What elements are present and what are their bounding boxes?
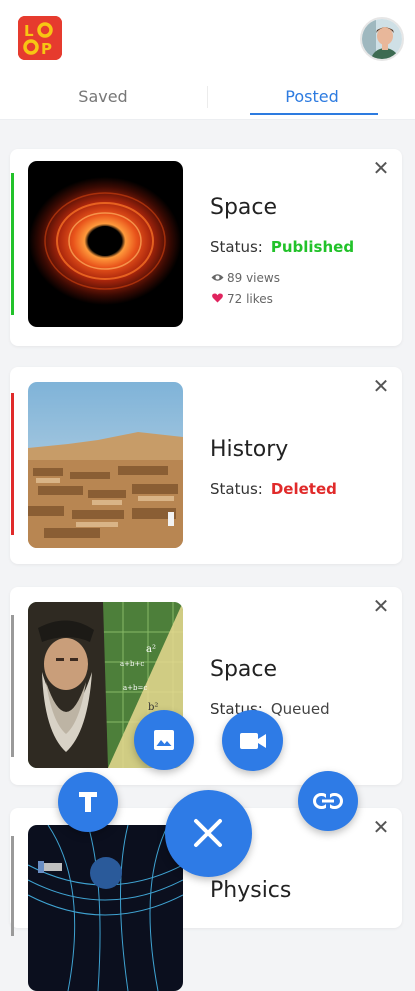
likes-count: 72 likes: [210, 292, 273, 306]
status-value: Deleted: [270, 480, 337, 498]
post-title: Space: [210, 195, 278, 220]
likes-text: 72 likes: [227, 292, 273, 306]
post-status: Status: Deleted: [210, 480, 337, 498]
status-strip: [11, 173, 14, 315]
post-status: Status: Published: [210, 238, 354, 256]
add-image-button[interactable]: [134, 710, 194, 770]
status-label: Status:: [210, 238, 263, 256]
tab-divider: [207, 86, 208, 108]
tab-saved[interactable]: Saved: [0, 76, 206, 119]
post-card[interactable]: Space Status: Published 89 views 72 likes…: [10, 149, 402, 346]
post-title: Space: [210, 657, 278, 682]
status-strip: [11, 836, 14, 936]
user-avatar[interactable]: [360, 17, 404, 61]
text-icon: [79, 792, 97, 812]
post-card[interactable]: History Status: Deleted ✕: [10, 367, 402, 564]
status-value: Queued: [270, 700, 330, 718]
heart-icon: [210, 292, 224, 306]
video-icon: [240, 733, 266, 749]
status-value: Published: [270, 238, 355, 256]
add-text-button[interactable]: [58, 772, 118, 832]
status-strip: [11, 615, 14, 757]
post-title: Physics: [210, 878, 292, 903]
close-icon[interactable]: ✕: [372, 158, 390, 178]
svg-text:a²: a²: [146, 644, 156, 655]
post-thumbnail[interactable]: [28, 161, 183, 327]
post-thumbnail[interactable]: [28, 825, 183, 991]
active-tab-indicator: [250, 113, 378, 115]
eye-icon: [210, 271, 224, 285]
views-text: 89 views: [227, 271, 280, 285]
close-icon[interactable]: ✕: [372, 817, 390, 837]
close-icon[interactable]: ✕: [372, 596, 390, 616]
svg-text:a+b=c: a+b=c: [123, 684, 147, 692]
top-bar: L P: [0, 0, 415, 76]
views-count: 89 views: [210, 271, 280, 285]
svg-text:P: P: [41, 40, 52, 58]
add-link-button[interactable]: [298, 771, 358, 831]
svg-text:a+b+c: a+b+c: [120, 660, 144, 668]
app-logo[interactable]: L P: [18, 16, 62, 60]
post-title: History: [210, 437, 289, 462]
link-icon: [313, 793, 343, 809]
status-strip: [11, 393, 14, 535]
post-card[interactable]: a² a+b+c a+b=c b² Space Status: Queued ✕: [10, 587, 402, 785]
post-thumbnail[interactable]: [28, 382, 183, 548]
close-icon[interactable]: ✕: [372, 376, 390, 396]
close-icon: [194, 819, 222, 847]
svg-text:L: L: [24, 22, 34, 40]
add-video-button[interactable]: [222, 710, 283, 771]
image-icon: [154, 730, 174, 750]
close-menu-button[interactable]: [165, 790, 252, 877]
status-label: Status:: [210, 480, 263, 498]
